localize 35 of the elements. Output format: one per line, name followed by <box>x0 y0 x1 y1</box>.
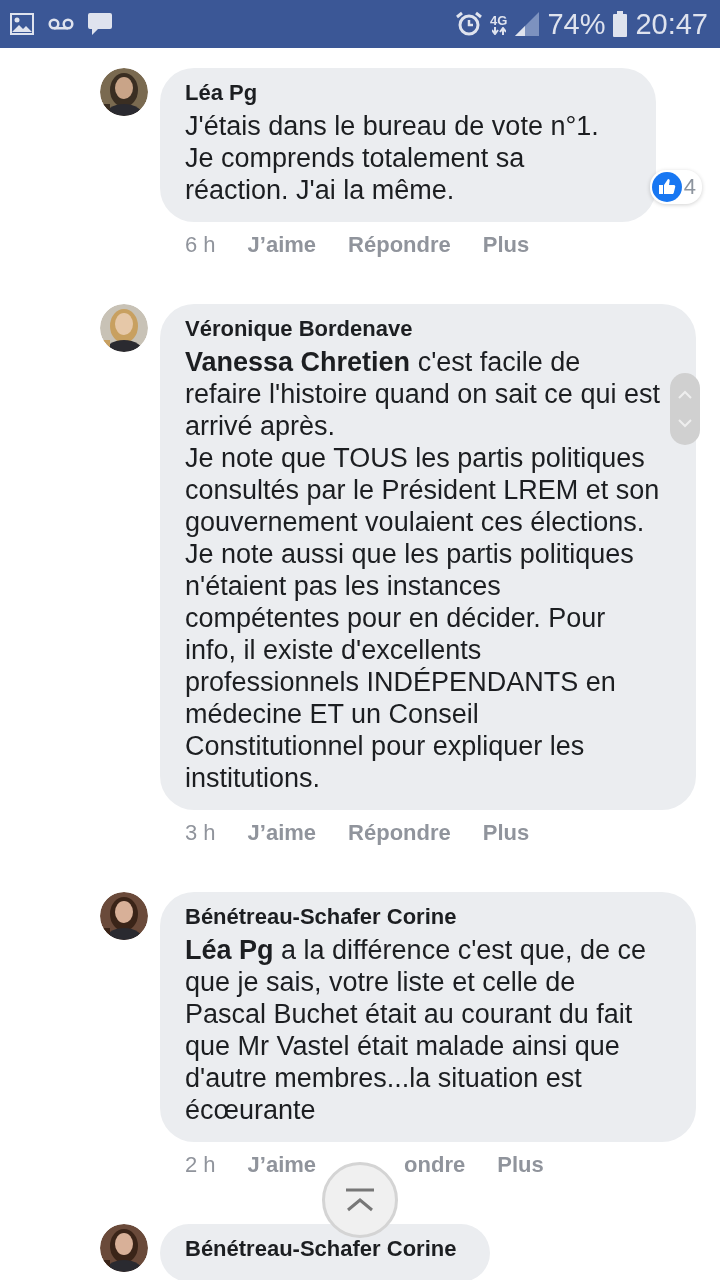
clock: 20:47 <box>635 7 708 41</box>
comment-text: J'étais dans le bureau de vote n°1. Je comprends totalement sa réaction. J'ai la même. <box>185 110 600 206</box>
signal-icon <box>515 12 540 36</box>
battery-icon <box>613 11 628 37</box>
network-type: 4G <box>490 13 508 27</box>
up-down-icon <box>678 390 692 428</box>
comment-action[interactable]: Répondre <box>348 232 451 258</box>
message-icon <box>88 12 112 36</box>
reaction-badge[interactable]: 4 <box>649 170 702 204</box>
fast-scroll-handle[interactable] <box>670 373 700 445</box>
alarm-icon <box>456 11 483 37</box>
comment-time: 6 h <box>185 232 216 258</box>
comment-action[interactable]: Plus <box>482 232 530 258</box>
author-name[interactable]: Léa Pg <box>185 80 622 106</box>
battery-percent: 74% <box>547 7 606 41</box>
comment-action[interactable]: Plus <box>497 1152 544 1178</box>
comment-text: Vanessa Chretien c'est facile de refaire l'histoire quand on sait ce qui est arrivé après. Je note que TOUS les partis politiques consultés par le Président LREM et son gouvernement voulaient ces élections. Je note aussi que les partis politiques n'étaient pas les instances compétentes pour en décider. Pour info, il existe d'excellents professionnels INDÉPENDANTS en médecine ET un Conseil Constitutionnel pour expliquer les institutions. <box>185 346 661 794</box>
like-icon <box>651 172 682 202</box>
comment-time: 2 h <box>185 1152 216 1178</box>
author-name[interactable]: Véronique Bordenave <box>185 316 662 342</box>
data-arrows-icon <box>491 26 506 35</box>
comment-action[interactable]: Plus <box>482 820 530 846</box>
comment-action[interactable]: ondre <box>404 1152 466 1178</box>
reaction-count: 4 <box>683 174 696 200</box>
comment-action[interactable]: J’aime <box>247 1152 317 1178</box>
comment-action[interactable]: J’aime <box>247 232 317 258</box>
image-icon <box>10 13 34 35</box>
comment-action[interactable]: J’aime <box>247 820 317 846</box>
comment-text: Léa Pg a la différence c'est que, de ce que je sais, votre liste et celle de Pascal Buchet était au courant du fait que Mr Vastel était malade ainsi que d'autre membres...la situation est écœurante <box>185 934 647 1126</box>
comment-time: 3 h <box>185 820 216 846</box>
voicemail-icon <box>48 18 74 30</box>
scroll-top-icon <box>345 1188 375 1212</box>
author-name[interactable]: Bénétreau-Schafer Corine <box>185 1236 457 1262</box>
author-name[interactable]: Bénétreau-Schafer Corine <box>185 904 662 930</box>
comment-action[interactable]: Répondre <box>348 820 451 846</box>
